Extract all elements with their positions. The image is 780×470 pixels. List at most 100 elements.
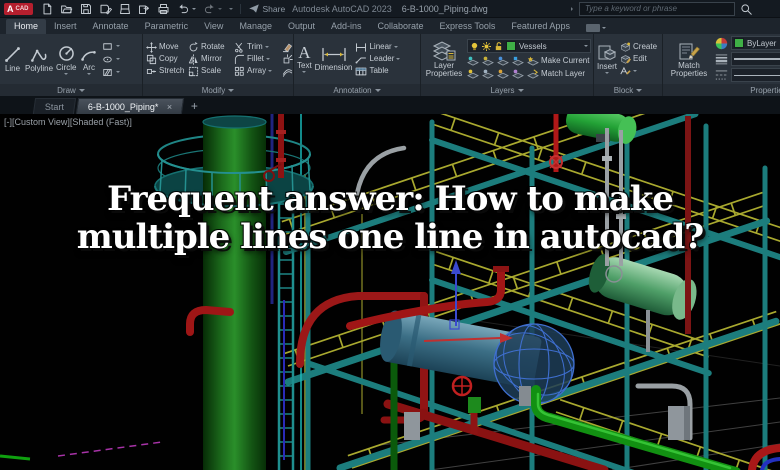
leader-caret[interactable]: [396, 58, 401, 60]
layer-state-icon-8[interactable]: [512, 69, 524, 79]
arc-caret[interactable]: [86, 72, 91, 75]
stretch-tool[interactable]: Stretch: [146, 66, 186, 77]
layer-properties-tool[interactable]: Layer Properties: [424, 40, 464, 78]
tab-express-tools[interactable]: Express Tools: [432, 19, 504, 34]
dimension-label: Dimension: [314, 63, 353, 72]
new-tab-button[interactable]: +: [191, 99, 198, 114]
annotation-panel-label[interactable]: Annotation: [294, 84, 420, 96]
circle-caret[interactable]: [64, 72, 69, 75]
file-tab-document[interactable]: 6-B-1000_Piping* ×: [75, 98, 184, 114]
layer-state-icon-2[interactable]: [482, 56, 494, 66]
leader-tool[interactable]: Leader: [355, 54, 401, 64]
tab-collaborate[interactable]: Collaborate: [370, 19, 432, 34]
object-color-dropdown[interactable]: ByLayer: [731, 36, 780, 50]
save-as-icon[interactable]: [99, 3, 112, 15]
properties-panel-label[interactable]: Properties: [663, 84, 780, 96]
tab-manage[interactable]: Manage: [231, 19, 280, 34]
tab-parametric[interactable]: Parametric: [137, 19, 197, 34]
match-layer-tool[interactable]: Match Layer: [527, 69, 585, 79]
search-input[interactable]: [583, 3, 731, 14]
viewport-controls[interactable]: [-][Custom View][Shaded (Fast)]: [4, 117, 132, 127]
copy-tool[interactable]: Copy: [146, 54, 186, 65]
fillet-caret[interactable]: [265, 58, 270, 60]
create-block-tool[interactable]: Create: [620, 42, 657, 52]
tab-add-ins[interactable]: Add-ins: [323, 19, 370, 34]
tab-annotate[interactable]: Annotate: [85, 19, 137, 34]
autocad-logo[interactable]: A CAD: [4, 2, 33, 15]
undo-button[interactable]: [177, 3, 196, 14]
search-expand-icon[interactable]: [571, 6, 573, 11]
text-caret[interactable]: [302, 71, 307, 73]
block-panel-label[interactable]: Block: [594, 84, 662, 96]
layer-state-icon-1[interactable]: [467, 56, 479, 66]
search-box[interactable]: [579, 1, 735, 16]
layer-state-icon-6[interactable]: [482, 69, 494, 79]
ellipse-tool[interactable]: [101, 54, 121, 65]
file-tab-start[interactable]: Start: [32, 98, 77, 114]
block-attributes-tool[interactable]: [620, 66, 657, 76]
layers-panel-label[interactable]: Layers: [421, 84, 593, 96]
lineweight-dropdown[interactable]: ByLayer: [731, 52, 780, 66]
print-icon[interactable]: [157, 3, 170, 15]
edit-block-tool[interactable]: Edit: [620, 54, 657, 64]
rectangle-tool[interactable]: [101, 41, 121, 52]
plot-icon[interactable]: [119, 3, 131, 15]
array-caret[interactable]: [268, 70, 273, 72]
table-tool[interactable]: Table: [355, 66, 400, 76]
match-properties-tool[interactable]: Match Properties: [666, 41, 712, 78]
tab-output[interactable]: Output: [280, 19, 323, 34]
fillet-tool[interactable]: Fillet: [234, 54, 280, 65]
3d-piping-scene: [0, 114, 780, 470]
move-tool[interactable]: Move: [146, 41, 186, 53]
arc-tool[interactable]: Arc: [79, 44, 98, 75]
hatch-caret: [116, 71, 121, 73]
insert-caret[interactable]: [605, 72, 609, 74]
dimension-tool[interactable]: Dimension: [314, 46, 353, 72]
move-icon: [146, 41, 157, 53]
close-tab-icon[interactable]: ×: [167, 102, 172, 112]
scale-tool[interactable]: Scale: [188, 66, 232, 77]
circle-tool[interactable]: Circle: [56, 44, 76, 75]
tab-view[interactable]: View: [196, 19, 231, 34]
trim-caret[interactable]: [264, 46, 269, 48]
make-current-tool[interactable]: Make Current: [527, 56, 589, 66]
modify-panel-label[interactable]: Modify: [143, 84, 293, 96]
layer-dropdown[interactable]: Vessels: [467, 39, 591, 53]
linear-dimension-tool[interactable]: Linear: [355, 42, 400, 52]
layer-state-icon-5[interactable]: [467, 69, 479, 79]
text-tool[interactable]: A Text: [297, 44, 312, 73]
redo-dropdown-caret[interactable]: [217, 7, 222, 10]
erase-icon[interactable]: [282, 42, 293, 53]
polyline-tool[interactable]: Polyline: [25, 45, 53, 73]
array-label: Array: [247, 66, 267, 75]
open-folder-icon[interactable]: [60, 3, 73, 15]
line-tool[interactable]: Line: [3, 45, 22, 73]
trim-tool[interactable]: Trim: [234, 42, 280, 53]
mirror-tool[interactable]: Mirror: [188, 53, 232, 65]
layer-state-icon-4[interactable]: [512, 56, 524, 66]
new-file-icon[interactable]: [41, 3, 53, 15]
offset-icon[interactable]: [282, 66, 293, 77]
linetype-dropdown[interactable]: ByLayer: [731, 68, 780, 82]
qat-customize-caret[interactable]: [228, 7, 233, 10]
layer-state-icon-3[interactable]: [497, 56, 509, 66]
fillet-icon: [234, 54, 245, 64]
linear-caret[interactable]: [393, 46, 398, 48]
tab-featured-apps[interactable]: Featured Apps: [503, 19, 578, 34]
export-icon[interactable]: [138, 3, 150, 15]
array-tool[interactable]: Array: [234, 66, 280, 77]
rotate-tool[interactable]: Rotate: [188, 41, 232, 53]
hatch-tool[interactable]: [101, 67, 121, 78]
insert-block-tool[interactable]: Insert: [597, 44, 617, 74]
redo-button[interactable]: [203, 3, 222, 14]
layer-state-icon-7[interactable]: [497, 69, 509, 79]
draw-panel-label[interactable]: Draw: [0, 84, 142, 96]
search-icon[interactable]: [740, 3, 752, 15]
save-icon[interactable]: [80, 3, 92, 15]
tab-home[interactable]: Home: [6, 19, 47, 34]
tab-insert[interactable]: Insert: [46, 19, 85, 34]
explode-icon[interactable]: [282, 53, 293, 65]
drawing-viewport[interactable]: [-][Custom View][Shaded (Fast)] Frequent…: [0, 114, 780, 470]
ribbon-display-toggle[interactable]: [585, 24, 606, 32]
undo-dropdown-caret[interactable]: [191, 7, 196, 10]
